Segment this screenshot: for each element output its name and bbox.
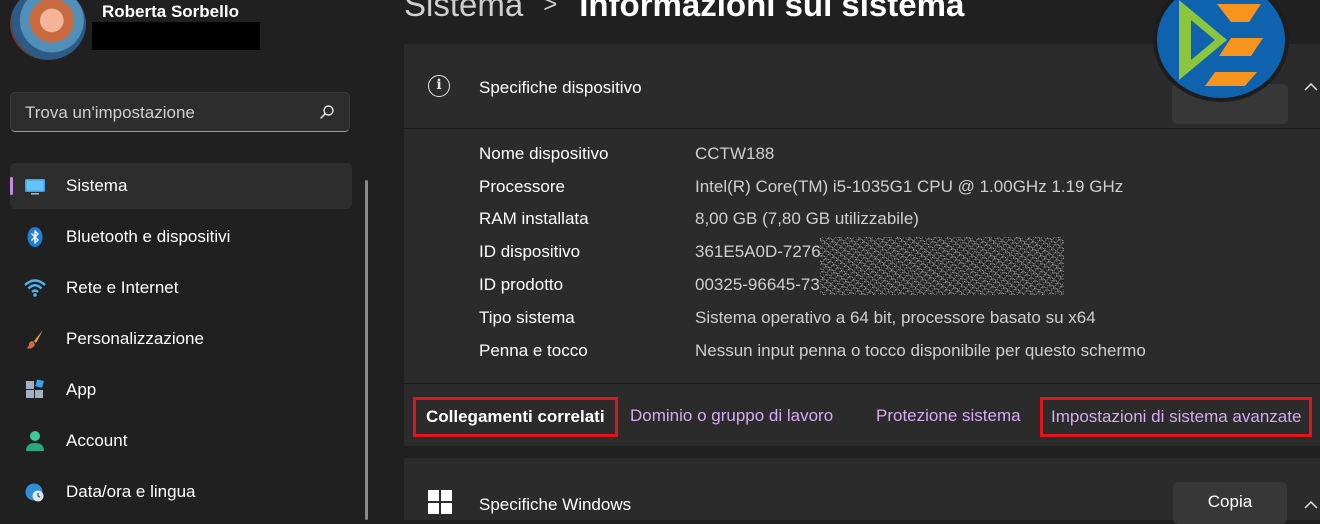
breadcrumb: Sistema > Informazioni sul sistema (404, 0, 964, 24)
search-input[interactable]: Trova un'impostazione (10, 92, 350, 132)
apps-icon (26, 379, 44, 398)
search-icon[interactable] (319, 104, 335, 120)
sidebar-item-app[interactable]: App (10, 367, 352, 413)
bluetooth-icon (27, 227, 43, 247)
windows-logo-icon (428, 490, 452, 514)
copy-button[interactable]: Copia (1173, 482, 1287, 524)
user-name: Roberta Sorbello (102, 2, 239, 21)
person-icon (26, 431, 44, 451)
sidebar-item-account[interactable]: Account (10, 418, 352, 464)
spec-value: 00325-96645-73 (695, 275, 820, 294)
info-icon: i (428, 75, 450, 97)
monitor-icon (25, 179, 45, 195)
sidebar-item-label: Bluetooth e dispositivi (66, 227, 231, 246)
breadcrumb-separator: > (543, 0, 558, 18)
brush-icon (26, 330, 43, 349)
search-placeholder: Trova un'impostazione (25, 103, 195, 122)
wifi-icon (24, 279, 46, 297)
sidebar-item-personalizzazione[interactable]: Personalizzazione (10, 316, 352, 362)
globe-clock-icon (25, 483, 44, 502)
spec-label: Nome dispositivo (479, 144, 609, 163)
redaction-noise (820, 237, 1064, 295)
link-protezione-sistema[interactable]: Protezione sistema (876, 406, 1021, 426)
spec-label: Processore (479, 177, 565, 196)
spec-label: RAM installata (479, 209, 589, 228)
related-links-title: Collegamenti correlati (413, 397, 618, 437)
spec-value: Sistema operativo a 64 bit, processore b… (695, 308, 1096, 327)
active-indicator (10, 177, 13, 195)
sidebar-item-data-ora[interactable]: Data/ora e lingua (10, 469, 352, 515)
chevron-up-icon[interactable] (1302, 80, 1320, 94)
sidebar-item-label: Sistema (66, 176, 128, 195)
spec-label: Tipo sistema (479, 308, 575, 327)
windows-specs-title: Specifiche Windows (479, 495, 632, 514)
spec-label: ID prodotto (479, 275, 564, 294)
page-title: Informazioni sul sistema (579, 0, 965, 23)
brand-logo-icon (1179, 0, 1263, 86)
link-impostazioni-avanzate[interactable]: Impostazioni di sistema avanzate (1040, 397, 1313, 437)
breadcrumb-parent[interactable]: Sistema (404, 0, 523, 23)
sidebar-item-label: App (66, 380, 97, 399)
spec-value: Nessun input penna o tocco disponibile p… (695, 341, 1146, 360)
device-specs-title: Specifiche dispositivo (479, 78, 642, 97)
sidebar-item-rete[interactable]: Rete e Internet (10, 265, 352, 311)
spec-value: CCTW188 (695, 144, 775, 163)
sidebar-item-label: Account (66, 431, 128, 450)
sidebar-item-bluetooth[interactable]: Bluetooth e dispositivi (10, 214, 352, 260)
sidebar-item-label: Data/ora e lingua (66, 482, 196, 501)
chevron-up-icon[interactable] (1302, 498, 1320, 512)
avatar[interactable] (10, 0, 86, 60)
redacted-email (92, 22, 260, 50)
spec-label: Penna e tocco (479, 341, 588, 360)
link-dominio-gruppo[interactable]: Dominio o gruppo di lavoro (630, 406, 833, 426)
spec-value: Intel(R) Core(TM) i5-1035G1 CPU @ 1.00GH… (695, 177, 1124, 196)
sidebar: Roberta Sorbello Trova un'impostazione S… (0, 0, 370, 520)
sidebar-item-sistema[interactable]: Sistema (10, 163, 352, 209)
sidebar-item-label: Rete e Internet (66, 278, 179, 297)
spec-value: 361E5A0D-7276 (695, 242, 821, 261)
sidebar-item-label: Personalizzazione (66, 329, 204, 348)
sidebar-scrollbar[interactable] (365, 180, 368, 520)
spec-label: ID dispositivo (479, 242, 581, 261)
spec-value: 8,00 GB (7,80 GB utilizzabile) (695, 209, 919, 228)
